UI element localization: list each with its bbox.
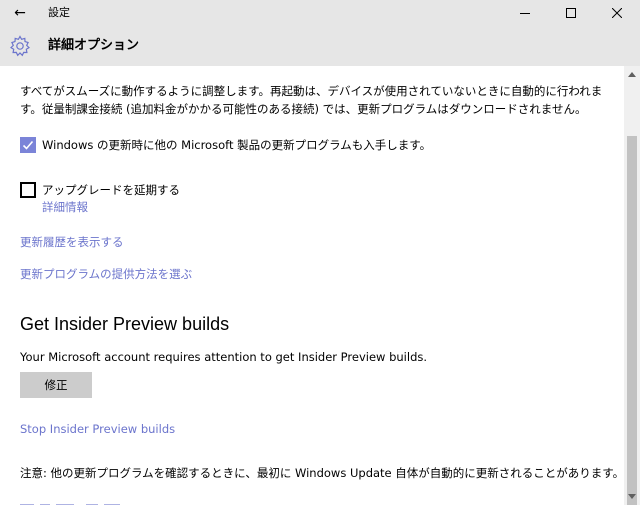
title-bar: ← 設定 (0, 0, 640, 26)
chevron-down-icon (628, 494, 636, 499)
delivery-method-link[interactable]: 更新プログラムの提供方法を選ぶ (20, 266, 192, 282)
view-history-link[interactable]: 更新履歴を表示する (20, 234, 124, 250)
minimize-icon (520, 13, 530, 14)
scroll-down-button[interactable] (624, 489, 640, 505)
close-icon (612, 8, 622, 18)
window-title: 設定 (48, 6, 70, 19)
checkmark-icon (22, 140, 34, 150)
stop-insider-link[interactable]: Stop Insider Preview builds (20, 422, 175, 436)
details-link[interactable]: 詳細情報 (42, 199, 88, 215)
close-button[interactable] (594, 0, 640, 26)
page-title: 詳細オプション (48, 38, 140, 53)
scrollbar-thumb[interactable] (627, 136, 637, 505)
gear-icon (10, 35, 30, 57)
defer-upgrade-checkbox[interactable] (20, 182, 36, 198)
vertical-scrollbar[interactable] (624, 66, 640, 505)
back-button[interactable]: ← (8, 4, 32, 22)
back-arrow-icon: ← (14, 5, 26, 21)
maximize-icon (566, 8, 576, 18)
minimize-button[interactable] (502, 0, 548, 26)
maximize-button[interactable] (548, 0, 594, 26)
defer-upgrade-option[interactable]: アップグレードを延期する (20, 181, 180, 199)
settings-content: すべてがスムーズに動作するように調整します。再起動は、デバイスが使用されていない… (0, 66, 624, 505)
scroll-up-button[interactable] (624, 66, 640, 82)
insider-message: Your Microsoft account requires attentio… (20, 350, 428, 364)
insider-section-title: Get Insider Preview builds (20, 314, 230, 334)
other-products-option[interactable]: Windows の更新時に他の Microsoft 製品の更新プログラムも入手し… (20, 136, 431, 154)
update-description: すべてがスムーズに動作するように調整します。再起動は、デバイスが使用されていない… (20, 84, 603, 116)
fix-button[interactable]: 修正 (20, 372, 92, 398)
update-note: 注意: 他の更新プログラムを確認するときに、最初に Windows Update… (20, 466, 624, 480)
other-products-label: Windows の更新時に他の Microsoft 製品の更新プログラムも入手し… (42, 138, 432, 152)
chevron-up-icon (628, 72, 636, 77)
page-header: 詳細オプション (0, 26, 640, 66)
defer-upgrade-label: アップグレードを延期する (42, 183, 180, 197)
other-products-checkbox[interactable] (20, 137, 36, 153)
cut-off-link[interactable] (20, 499, 140, 505)
